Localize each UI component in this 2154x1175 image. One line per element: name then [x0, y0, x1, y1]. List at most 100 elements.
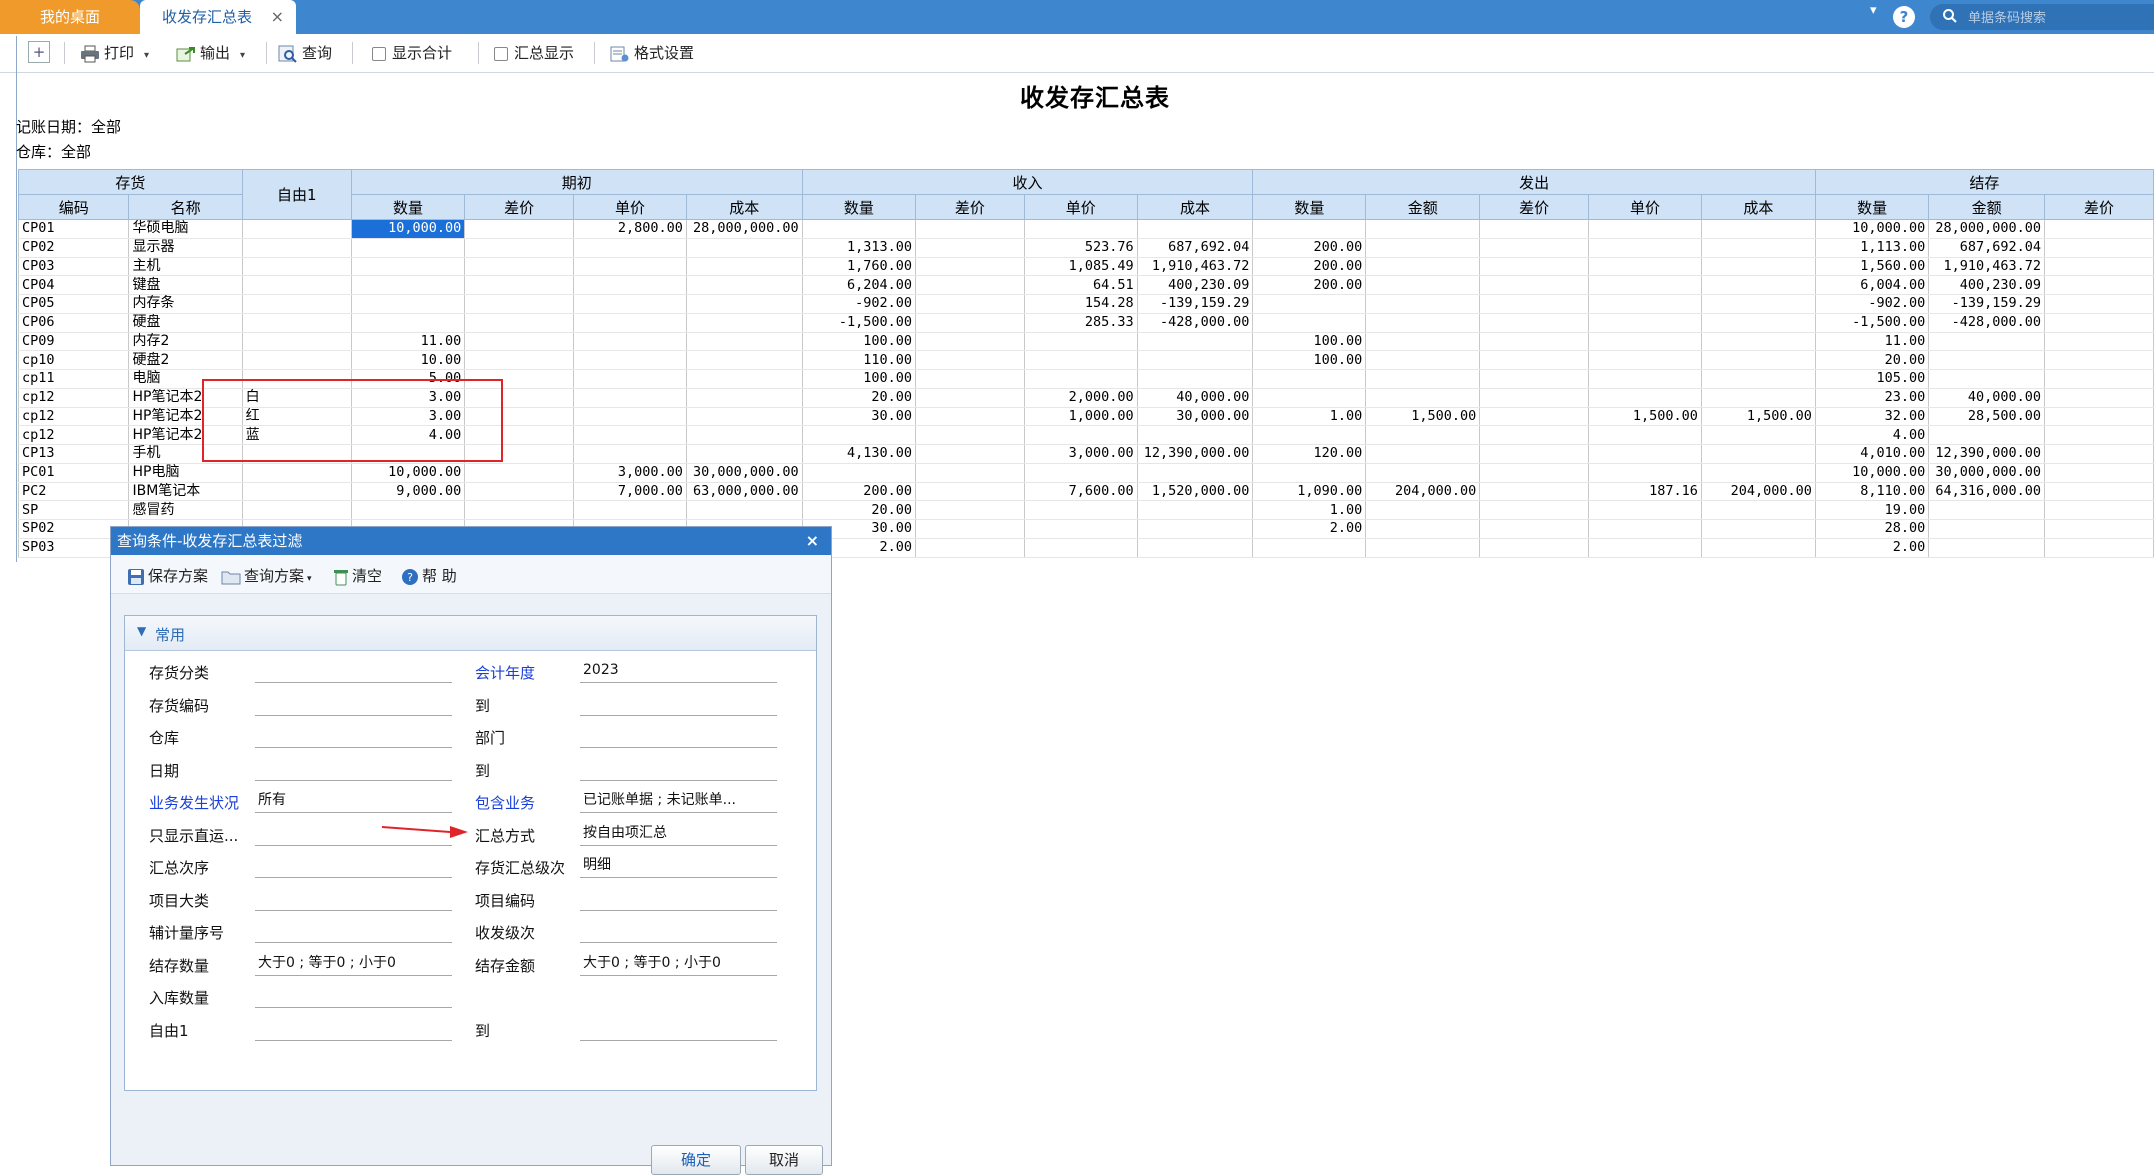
table-cell[interactable]: [1928, 425, 2046, 445]
table-row[interactable]: CP09 内存2 11.00 100.00 100.00 11.00: [17, 332, 2154, 352]
table-cell[interactable]: 11.00: [1814, 332, 1930, 352]
dialog-title-bar[interactable]: 查询条件-收发存汇总表过滤 ×: [111, 527, 831, 555]
table-cell[interactable]: [1479, 275, 1590, 295]
table-cell[interactable]: [350, 275, 466, 295]
table-cell[interactable]: [1136, 538, 1254, 558]
col-opening-diff[interactable]: 差价: [464, 194, 575, 220]
table-cell[interactable]: [573, 238, 687, 258]
table-cell[interactable]: [1023, 425, 1138, 445]
col-ending-diff[interactable]: 差价: [2044, 194, 2154, 220]
table-cell[interactable]: [2044, 519, 2154, 539]
table-cell[interactable]: -1,500.00: [801, 313, 917, 333]
table-cell[interactable]: [573, 332, 687, 352]
table-cell[interactable]: 1,520,000.00: [1136, 482, 1254, 502]
table-cell[interactable]: [2044, 500, 2154, 520]
table-cell[interactable]: 200.00: [801, 482, 917, 502]
table-cell[interactable]: [573, 425, 687, 445]
col-issue-price[interactable]: 单价: [1588, 194, 1702, 220]
table-cell[interactable]: [1700, 444, 1816, 464]
table-cell[interactable]: [685, 275, 803, 295]
table-cell[interactable]: [464, 500, 575, 520]
table-cell[interactable]: [1479, 219, 1590, 239]
table-cell[interactable]: 100.00: [801, 369, 917, 389]
table-cell[interactable]: [801, 425, 917, 445]
table-cell[interactable]: [1700, 275, 1816, 295]
table-cell[interactable]: 28,500.00: [1928, 407, 2046, 427]
table-row[interactable]: CP01 华硕电脑 10,000.00 2,800.00 28,000,000.00 10…: [17, 219, 2154, 239]
table-cell[interactable]: [685, 425, 803, 445]
show-total-checkbox[interactable]: [372, 46, 386, 61]
table-cell[interactable]: -139,159.29: [1136, 294, 1254, 314]
table-cell[interactable]: [1479, 538, 1590, 558]
table-cell[interactable]: 30,000,000.00: [1928, 463, 2046, 483]
table-cell[interactable]: 键盘: [128, 275, 243, 295]
table-cell[interactable]: [464, 332, 575, 352]
inventory-code-to-field[interactable]: [580, 691, 777, 716]
table-cell[interactable]: 硬盘2: [128, 350, 243, 370]
table-cell[interactable]: [685, 500, 803, 520]
table-cell[interactable]: [1700, 538, 1816, 558]
table-cell[interactable]: 1,090.00: [1252, 482, 1367, 502]
table-cell[interactable]: 8,110.00: [1814, 482, 1930, 502]
table-cell[interactable]: [2044, 219, 2154, 239]
table-cell[interactable]: [915, 407, 1025, 427]
table-cell[interactable]: [1023, 219, 1138, 239]
table-cell[interactable]: [1252, 294, 1367, 314]
table-cell[interactable]: 3,000.00: [573, 463, 687, 483]
table-cell[interactable]: 687,692.04: [1136, 238, 1254, 258]
table-cell[interactable]: 400,230.09: [1928, 275, 2046, 295]
table-cell[interactable]: [573, 388, 687, 408]
table-cell[interactable]: [1928, 500, 2046, 520]
table-cell[interactable]: 28.00: [1814, 519, 1930, 539]
table-cell[interactable]: [573, 313, 687, 333]
print-dropdown-icon[interactable]: ▾: [144, 50, 149, 61]
table-cell[interactable]: CP13: [17, 444, 130, 464]
table-cell[interactable]: [1700, 369, 1816, 389]
table-cell[interactable]: 1,560.00: [1814, 257, 1930, 277]
table-cell[interactable]: [573, 500, 687, 520]
table-cell[interactable]: [915, 238, 1025, 258]
table-cell[interactable]: [2044, 238, 2154, 258]
tab-my-desktop[interactable]: 我的桌面: [0, 0, 140, 34]
table-cell[interactable]: [1928, 332, 2046, 352]
table-cell[interactable]: 285.33: [1023, 313, 1138, 333]
col-name[interactable]: 名称: [128, 194, 243, 220]
table-cell[interactable]: [1023, 538, 1138, 558]
table-row[interactable]: cp10 硬盘2 10.00 110.00 100.00 20.00: [17, 350, 2154, 370]
table-cell[interactable]: 110.00: [801, 350, 917, 370]
table-cell[interactable]: [1700, 500, 1816, 520]
table-cell[interactable]: [1588, 350, 1702, 370]
table-cell[interactable]: cp12: [17, 407, 130, 427]
table-cell[interactable]: [1365, 350, 1481, 370]
table-cell[interactable]: [1365, 313, 1481, 333]
table-cell[interactable]: [1136, 350, 1254, 370]
table-cell[interactable]: [464, 219, 575, 239]
help-icon[interactable]: ?: [1893, 6, 1915, 28]
table-cell[interactable]: [1700, 238, 1816, 258]
table-cell[interactable]: [2044, 369, 2154, 389]
table-cell[interactable]: [2044, 388, 2154, 408]
table-cell[interactable]: [1136, 500, 1254, 520]
header-free1[interactable]: 自由1: [241, 169, 352, 220]
table-cell[interactable]: cp11: [17, 369, 130, 389]
table-cell[interactable]: 200.00: [1252, 257, 1367, 277]
col-issue-cost[interactable]: 成本: [1700, 194, 1816, 220]
table-cell[interactable]: [573, 350, 687, 370]
table-cell[interactable]: CP01: [17, 219, 130, 239]
table-cell[interactable]: 1.00: [1252, 407, 1367, 427]
table-cell[interactable]: [2044, 275, 2154, 295]
table-cell[interactable]: 204,000.00: [1365, 482, 1481, 502]
table-cell[interactable]: [241, 294, 352, 314]
table-cell[interactable]: 19.00: [1814, 500, 1930, 520]
col-ending-qty[interactable]: 数量: [1814, 194, 1930, 220]
table-cell[interactable]: 内存条: [128, 294, 243, 314]
table-cell[interactable]: 23.00: [1814, 388, 1930, 408]
table-cell[interactable]: cp12: [17, 425, 130, 445]
table-cell[interactable]: [1252, 425, 1367, 445]
table-cell[interactable]: [1479, 388, 1590, 408]
query-plan-button[interactable]: 查询方案 ▾: [221, 565, 312, 586]
table-cell[interactable]: [1479, 444, 1590, 464]
table-cell[interactable]: [1588, 275, 1702, 295]
table-cell[interactable]: [1588, 332, 1702, 352]
table-cell[interactable]: 687,692.04: [1928, 238, 2046, 258]
